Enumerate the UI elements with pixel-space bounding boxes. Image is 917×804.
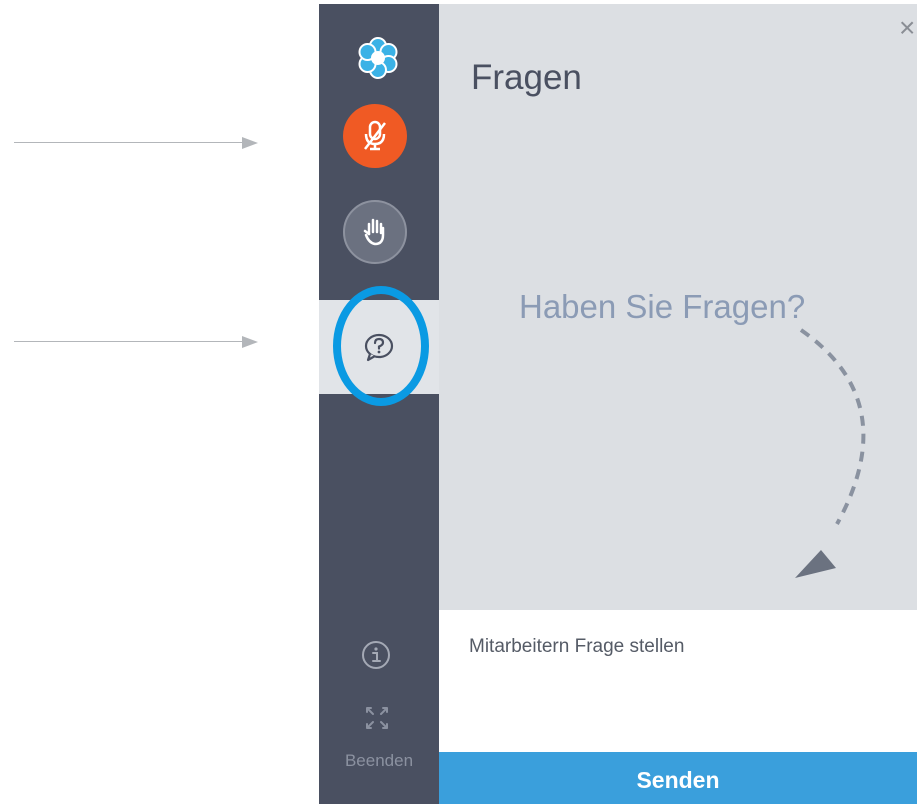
annotation-arrow: [14, 136, 258, 150]
mute-button[interactable]: [343, 104, 407, 168]
info-icon[interactable]: [359, 638, 393, 672]
raise-hand-icon: [363, 218, 385, 246]
annotation-arrow: [14, 335, 258, 349]
question-input[interactable]: Mitarbeitern Frage stellen: [439, 610, 917, 752]
dashed-arrow-illustration: [795, 328, 866, 578]
questions-panel: × Fragen Haben Sie Fragen? Mitarbeitern …: [439, 4, 917, 804]
send-button[interactable]: Senden: [439, 752, 917, 804]
raise-hand-button[interactable]: [343, 200, 407, 264]
question-bubble-icon[interactable]: [362, 330, 396, 364]
end-button[interactable]: Beenden: [319, 746, 439, 776]
flower-logo-icon: [350, 30, 406, 86]
fullscreen-icon[interactable]: [363, 704, 391, 732]
sidebar: Beenden: [319, 4, 439, 804]
microphone-muted-icon: [364, 120, 386, 151]
question-input-placeholder: Mitarbeitern Frage stellen: [469, 636, 685, 657]
